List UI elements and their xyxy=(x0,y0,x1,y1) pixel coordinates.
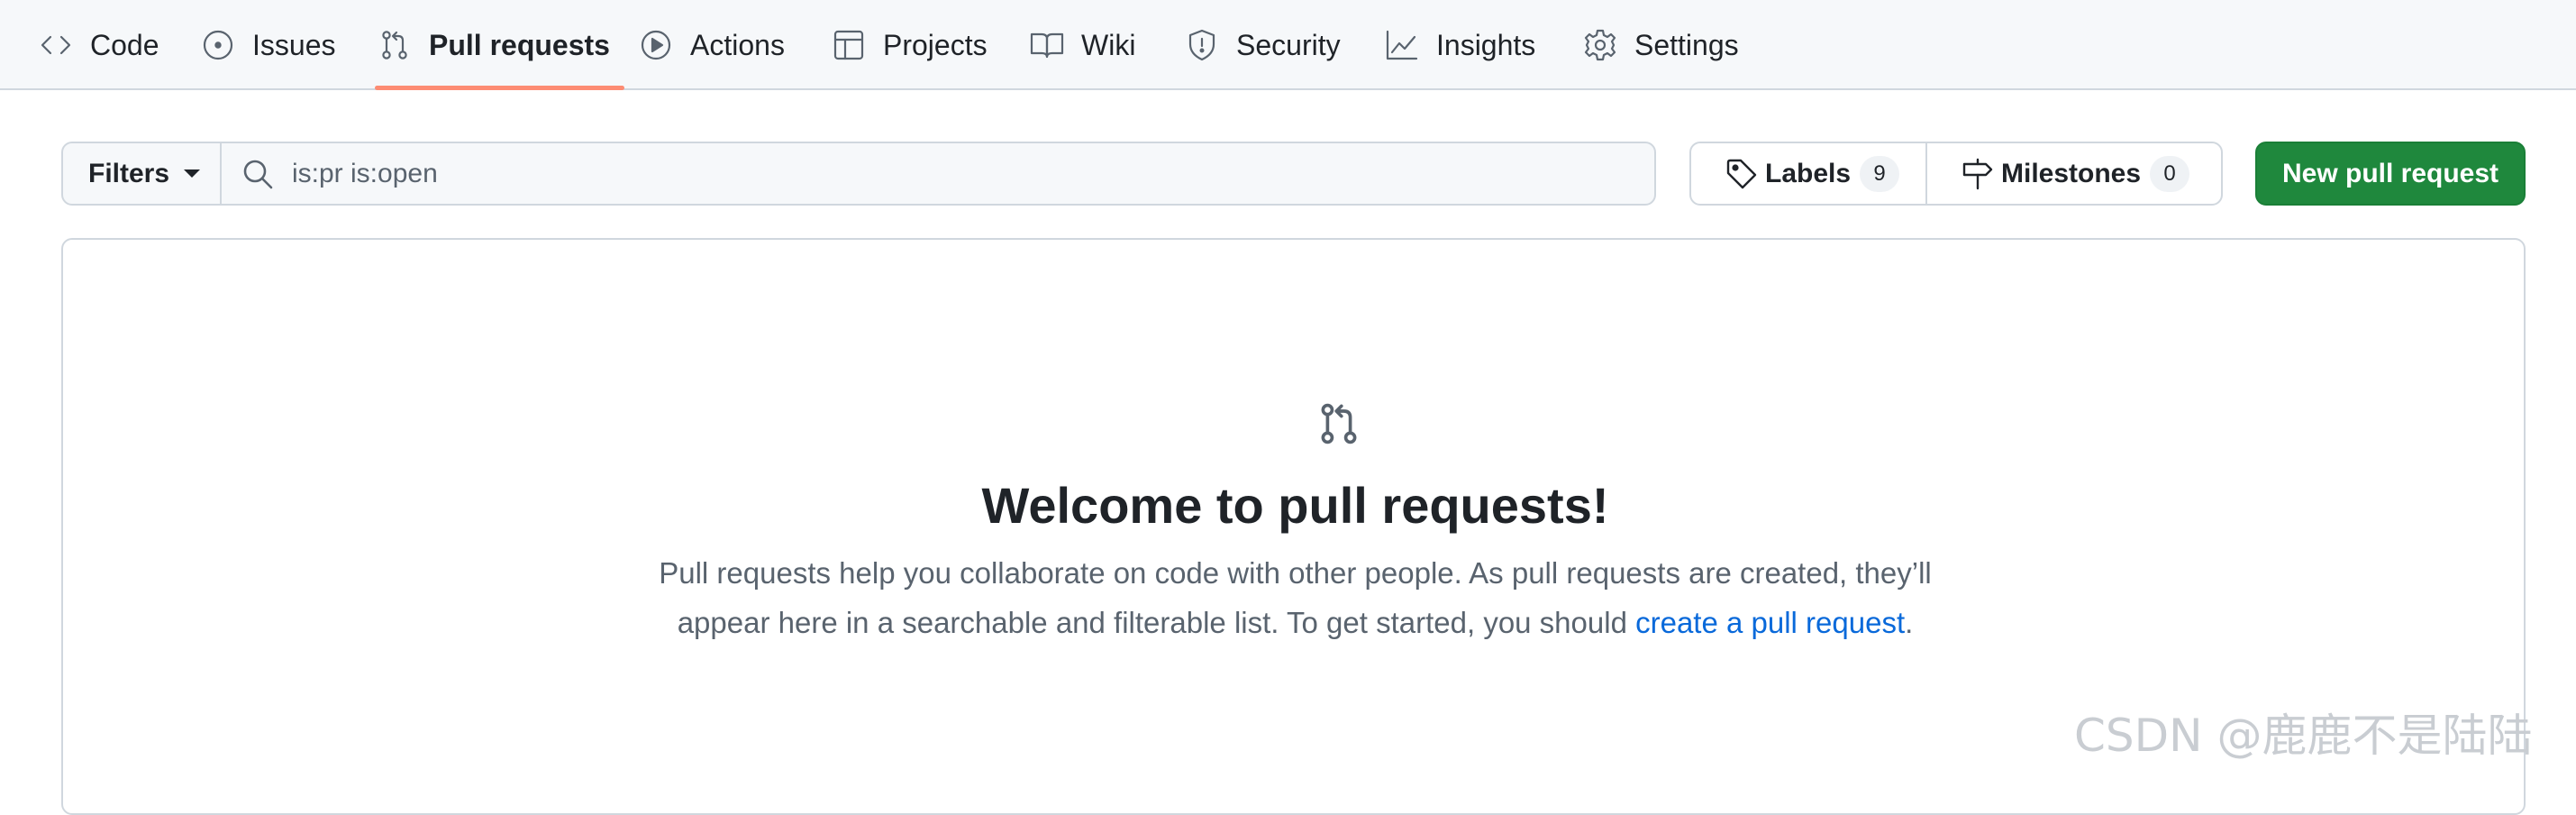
labels-milestones-group: Labels 9 Milestones 0 xyxy=(1689,142,2223,206)
tab-label: Code xyxy=(90,28,159,61)
graph-icon xyxy=(1384,27,1420,63)
search-box[interactable] xyxy=(220,142,1656,206)
blankslate-title: Welcome to pull requests! xyxy=(981,477,1609,534)
tab-label: Projects xyxy=(883,28,988,61)
blankslate-description: Pull requests help you collaborate on co… xyxy=(63,548,2527,647)
issue-opened-icon xyxy=(200,27,236,63)
tab-projects[interactable]: Projects xyxy=(831,0,988,90)
filters-button[interactable]: Filters xyxy=(61,142,222,206)
new-pull-request-button[interactable]: New pull request xyxy=(2255,142,2526,206)
caret-down-icon xyxy=(184,169,201,178)
labels-button[interactable]: Labels 9 xyxy=(1691,143,1927,204)
tab-insights[interactable]: Insights xyxy=(1384,0,1535,90)
gear-icon xyxy=(1582,27,1618,63)
tab-label: Wiki xyxy=(1081,28,1136,61)
search-input[interactable] xyxy=(290,157,1624,190)
code-icon xyxy=(38,27,74,63)
tab-label: Settings xyxy=(1634,28,1739,61)
tag-icon xyxy=(1724,156,1760,192)
milestones-label: Milestones xyxy=(2001,158,2142,188)
labels-count-badge: 9 xyxy=(1860,155,1900,192)
tab-settings[interactable]: Settings xyxy=(1582,0,1739,90)
tab-issues[interactable]: Issues xyxy=(200,0,335,90)
git-pull-request-icon xyxy=(377,27,413,63)
book-icon xyxy=(1029,27,1065,63)
watermark-text: CSDN @鹿鹿不是陆陆 xyxy=(2074,710,2533,762)
table-icon xyxy=(831,27,867,63)
create-pull-request-link[interactable]: create a pull request xyxy=(1635,606,1905,639)
tab-pull-requests[interactable]: Pull requests xyxy=(375,0,624,90)
milestones-count-badge: 0 xyxy=(2150,155,2190,192)
milestones-button[interactable]: Milestones 0 xyxy=(1927,143,2221,204)
tab-label: Issues xyxy=(252,28,336,61)
tab-wiki[interactable]: Wiki xyxy=(1029,0,1135,90)
play-icon xyxy=(638,27,674,63)
tab-security[interactable]: Security xyxy=(1184,0,1341,90)
repo-nav: Code Issues Pull requests Actions Projec… xyxy=(0,0,2576,90)
tab-label: Actions xyxy=(690,28,785,61)
tab-label: Pull requests xyxy=(429,28,610,61)
description-line-2: appear here in a searchable and filterab… xyxy=(677,606,1636,639)
tab-label: Security xyxy=(1236,28,1341,61)
labels-label: Labels xyxy=(1765,158,1852,188)
filters-label: Filters xyxy=(88,158,170,188)
description-line-1: Pull requests help you collaborate on co… xyxy=(659,556,1932,590)
tab-actions[interactable]: Actions xyxy=(638,0,785,90)
tab-label: Insights xyxy=(1436,28,1536,61)
tab-code[interactable]: Code xyxy=(38,0,159,90)
git-pull-request-icon xyxy=(1314,398,1364,449)
search-icon xyxy=(240,156,276,192)
milestone-icon xyxy=(1960,156,1996,192)
shield-icon xyxy=(1184,27,1220,63)
description-suffix: . xyxy=(1905,606,1914,639)
